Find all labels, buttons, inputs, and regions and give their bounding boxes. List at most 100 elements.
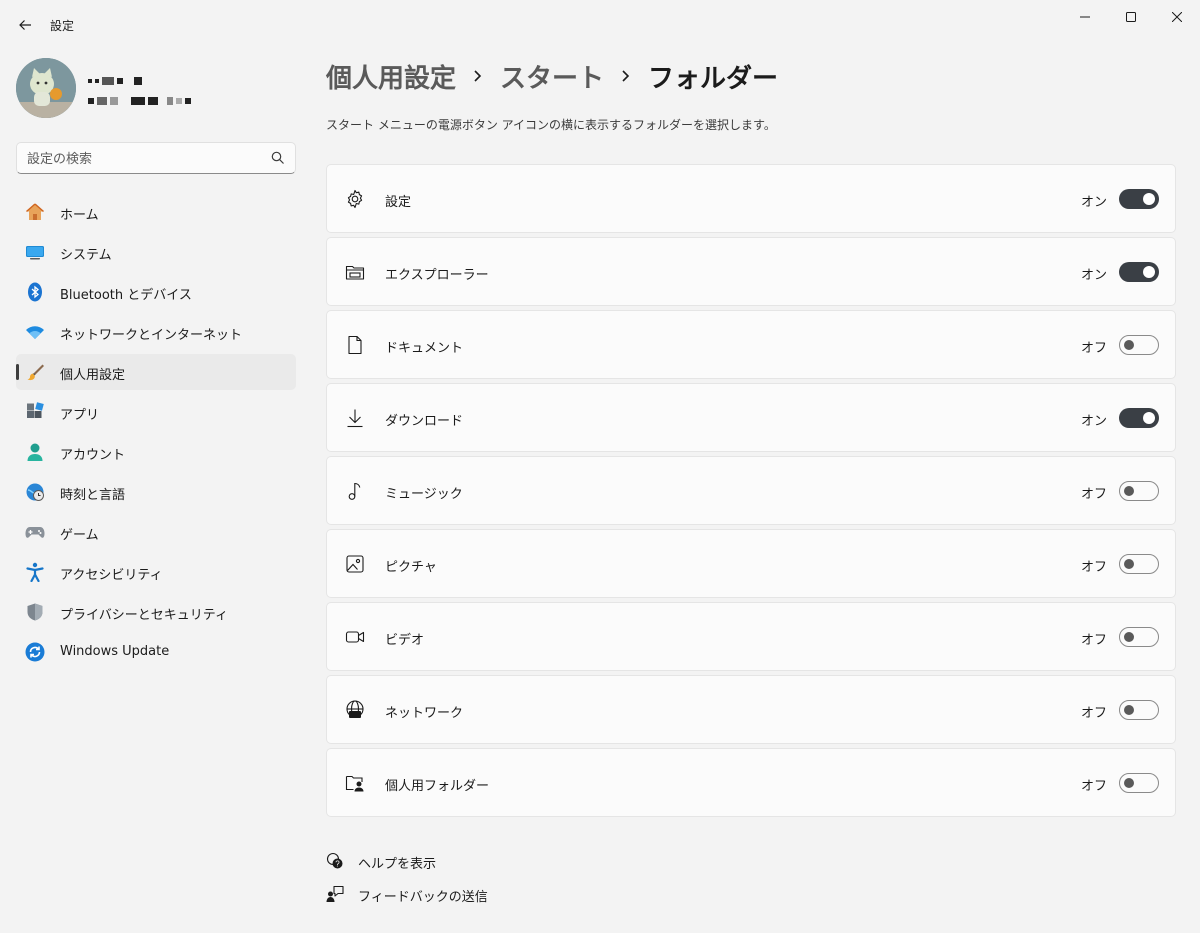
- chevron-right-icon: [456, 69, 500, 83]
- back-button[interactable]: [12, 12, 38, 38]
- avatar-photo-icon: [16, 58, 76, 118]
- folder-row-downloads: ダウンロード オン: [326, 383, 1176, 452]
- picture-icon: [346, 555, 364, 573]
- sidebar-item-label: ネットワークとインターネット: [60, 328, 243, 343]
- close-icon: [1172, 12, 1182, 22]
- music-toggle[interactable]: [1119, 481, 1159, 501]
- music-icon: [348, 482, 361, 500]
- folder-label: ダウンロード: [385, 414, 464, 429]
- toggle-knob: [1124, 632, 1134, 642]
- time-language-icon: [26, 483, 44, 501]
- toggle-state-label: オン: [1080, 195, 1107, 210]
- toggle-knob: [1143, 193, 1155, 205]
- sidebar-item-windows-update[interactable]: Windows Update: [16, 634, 296, 670]
- sidebar-item-label: ゲーム: [60, 528, 99, 543]
- folder-list: 設定 オン エクスプローラー オン ドキュメント オフ ダウンロード オン ミュ…: [326, 164, 1176, 821]
- windows-update-icon: [25, 642, 45, 662]
- minimize-button[interactable]: [1062, 0, 1108, 34]
- toggle-state-label: オフ: [1080, 633, 1107, 648]
- system-icon: [26, 246, 44, 260]
- close-button[interactable]: [1154, 0, 1200, 34]
- toggle-knob: [1124, 559, 1134, 569]
- page-description: スタート メニューの電源ボタン アイコンの横に表示するフォルダーを選択します。: [326, 118, 776, 132]
- folder-row-pictures: ピクチャ オフ: [326, 529, 1176, 598]
- file-explorer-toggle[interactable]: [1119, 262, 1159, 282]
- toggle-knob: [1124, 778, 1134, 788]
- sidebar-item-system[interactable]: システム: [16, 234, 296, 270]
- user-name-redacted: [88, 70, 145, 89]
- toggle-state-label: オフ: [1080, 560, 1107, 575]
- toggle-knob: [1124, 486, 1134, 496]
- search-input[interactable]: [27, 149, 262, 169]
- breadcrumb-personalization-link[interactable]: 個人用設定: [326, 58, 456, 95]
- network-toggle[interactable]: [1119, 700, 1159, 720]
- help-icon: ?: [326, 852, 343, 869]
- folder-label: ミュージック: [385, 487, 463, 502]
- sidebar-item-apps[interactable]: アプリ: [16, 394, 296, 430]
- sidebar-item-label: 時刻と言語: [60, 488, 126, 503]
- sidebar-item-bluetooth[interactable]: Bluetooth とデバイス: [16, 274, 296, 310]
- sidebar-item-time-language[interactable]: 時刻と言語: [16, 474, 296, 510]
- folder-label: ネットワーク: [385, 706, 464, 721]
- toggle-knob: [1124, 340, 1134, 350]
- maximize-button[interactable]: [1108, 0, 1154, 34]
- sidebar-item-label: プライバシーとセキュリティ: [60, 608, 228, 623]
- folder-row-file-explorer: エクスプローラー オン: [326, 237, 1176, 306]
- folder-label: 設定: [385, 195, 412, 210]
- folder-row-music: ミュージック オフ: [326, 456, 1176, 525]
- toggle-knob: [1143, 266, 1155, 278]
- sidebar-item-label: システム: [60, 248, 112, 263]
- sidebar-item-accessibility[interactable]: アクセシビリティ: [16, 554, 296, 590]
- svg-text:?: ?: [335, 860, 340, 869]
- folder-row-personal-folder: 個人用フォルダー オフ: [326, 748, 1176, 817]
- downloads-toggle[interactable]: [1119, 408, 1159, 428]
- shield-icon: [27, 603, 43, 621]
- sidebar-item-gaming[interactable]: ゲーム: [16, 514, 296, 550]
- toggle-state-label: オフ: [1080, 341, 1107, 356]
- folder-label: ピクチャ: [385, 560, 437, 575]
- folder-row-documents: ドキュメント オフ: [326, 310, 1176, 379]
- sidebar-item-personalization[interactable]: 個人用設定: [16, 354, 296, 390]
- search-icon[interactable]: [271, 151, 285, 165]
- folder-label: 個人用フォルダー: [385, 779, 490, 794]
- back-arrow-icon: [19, 20, 31, 30]
- personal-folder-toggle[interactable]: [1119, 773, 1159, 793]
- feedback-icon: [326, 885, 344, 902]
- sidebar-item-label: Bluetooth とデバイス: [60, 288, 192, 303]
- network-icon: [346, 700, 364, 718]
- sidebar-item-network[interactable]: ネットワークとインターネット: [16, 314, 296, 350]
- pictures-toggle[interactable]: [1119, 554, 1159, 574]
- sidebar-item-label: 個人用設定: [60, 368, 126, 383]
- settings-search-box[interactable]: [16, 142, 296, 174]
- title-bar: 設定: [0, 0, 1200, 48]
- apps-icon: [27, 402, 44, 418]
- sidebar-item-home[interactable]: ホーム: [16, 194, 296, 230]
- avatar[interactable]: [16, 58, 76, 118]
- folder-row-videos: ビデオ オフ: [326, 602, 1176, 671]
- bluetooth-icon: [28, 282, 42, 302]
- breadcrumb-start-link[interactable]: スタート: [500, 58, 604, 95]
- maximize-icon: [1126, 12, 1136, 22]
- sidebar-nav: ホーム システム Bluetooth とデバイス ネットワークとインターネット …: [16, 194, 296, 674]
- videos-toggle[interactable]: [1119, 627, 1159, 647]
- page-title: フォルダー: [648, 63, 779, 94]
- wifi-icon: [26, 326, 44, 339]
- folder-row-network: ネットワーク オフ: [326, 675, 1176, 744]
- toggle-state-label: オン: [1080, 414, 1107, 429]
- gamepad-icon: [25, 527, 45, 538]
- sidebar-item-label: ホーム: [60, 208, 99, 223]
- account-icon: [27, 443, 43, 461]
- send-feedback-label: フィードバックの送信: [358, 890, 488, 905]
- settings-toggle[interactable]: [1119, 189, 1159, 209]
- sidebar-item-accounts[interactable]: アカウント: [16, 434, 296, 470]
- file-explorer-icon: [345, 265, 365, 280]
- video-icon: [345, 631, 365, 643]
- document-icon: [348, 335, 362, 355]
- toggle-state-label: オン: [1080, 268, 1107, 283]
- user-email-redacted: [88, 90, 194, 109]
- documents-toggle[interactable]: [1119, 335, 1159, 355]
- folder-label: ドキュメント: [385, 341, 464, 356]
- toggle-knob: [1143, 412, 1155, 424]
- chevron-right-icon: [604, 69, 648, 83]
- sidebar-item-privacy-security[interactable]: プライバシーとセキュリティ: [16, 594, 296, 630]
